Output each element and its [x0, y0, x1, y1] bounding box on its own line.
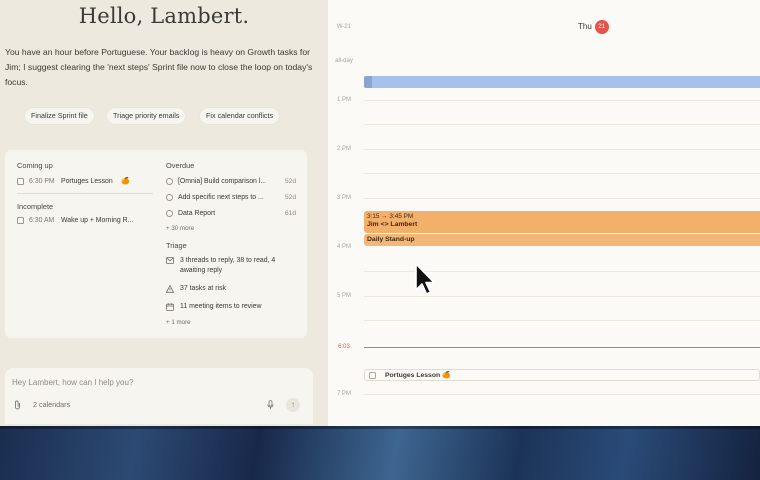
overview-card: Coming up 6:30 PM Portuges Lesson 🍊 Inco… [5, 150, 307, 338]
day-header[interactable]: Thu 21 [578, 20, 609, 34]
week-number: W-21 [336, 24, 352, 30]
incomplete-heading: Incomplete [17, 202, 54, 211]
triage-item[interactable]: 11 meeting items to review [166, 301, 301, 313]
hour-line [364, 100, 760, 101]
suggestion-chips: Finalize Sprint file Triage priority ema… [0, 108, 328, 124]
hour-label: 1 PM [336, 97, 351, 103]
overdue-more-link[interactable]: + 30 more [166, 225, 194, 232]
hour-line [364, 124, 760, 125]
mail-icon [166, 257, 174, 264]
current-time-label: 6:03 [338, 344, 350, 350]
orange-emoji-icon: 🍊 [442, 372, 451, 379]
coming-up-heading: Coming up [17, 161, 53, 170]
chat-input[interactable]: Hey Lambert, how can I help you? [12, 378, 133, 387]
overdue-heading: Overdue [166, 161, 195, 170]
hour-label: 7 PM [336, 391, 351, 397]
checkbox[interactable] [369, 372, 376, 379]
event-daily-standup[interactable]: Daily Stand-up [364, 234, 760, 246]
checkbox[interactable] [17, 178, 24, 185]
arrow-up-icon: ↑ [291, 400, 295, 409]
hour-line [364, 198, 760, 199]
event-portuges-lesson[interactable]: Portuges Lesson 🍊 [364, 369, 760, 381]
list-item[interactable]: [Omnia] Build comparison l... 52d [166, 176, 296, 188]
list-item[interactable]: Data Report 61d [166, 208, 296, 220]
list-item[interactable]: Add specific next steps to ... 52d [166, 192, 296, 204]
chip-finalize-sprint[interactable]: Finalize Sprint file [25, 108, 94, 124]
current-time-line [364, 347, 760, 348]
calendar-icon [166, 303, 174, 311]
app-window: Hello, Lambert. You have an hour before … [0, 0, 760, 426]
hour-line [364, 149, 760, 150]
hour-line [364, 394, 760, 395]
divider [17, 193, 153, 194]
chip-fix-conflicts[interactable]: Fix calendar conflicts [200, 108, 280, 124]
hour-label: 5 PM [336, 293, 351, 299]
paperclip-icon[interactable] [14, 400, 21, 410]
mouse-cursor-icon [415, 263, 435, 295]
triage-item[interactable]: 37 tasks at risk [166, 283, 301, 295]
chip-triage-emails[interactable]: Triage priority emails [107, 108, 186, 124]
triage-item[interactable]: 3 threads to reply, 38 to read, 4 awaiti… [166, 255, 301, 277]
assistant-panel: Hello, Lambert. You have an hour before … [0, 0, 328, 426]
send-button[interactable]: ↑ [286, 398, 300, 412]
microphone-icon[interactable] [267, 400, 274, 410]
greeting-title: Hello, Lambert. [78, 4, 250, 28]
triage-heading: Triage [166, 241, 187, 250]
hour-label: 2 PM [336, 146, 351, 152]
orange-emoji-icon: 🍊 [121, 178, 130, 185]
checkbox[interactable] [166, 194, 173, 201]
hour-line [364, 320, 760, 321]
calendars-selector[interactable]: 2 calendars [33, 400, 70, 409]
hour-line [364, 173, 760, 174]
hour-label: 4 PM [336, 244, 351, 250]
calendar-panel: W-21 Thu 21 all-day 1 PM 2 PM 3 PM 3:15 →… [328, 0, 760, 426]
list-item[interactable]: 6:30 PM Portuges Lesson 🍊 [17, 176, 157, 188]
hour-label: 3 PM [336, 195, 351, 201]
chat-composer: Hey Lambert, how can I help you? 2 calen… [5, 368, 313, 424]
list-item[interactable]: 6:30 AM Wake up + Morning R... [17, 215, 157, 227]
warning-icon [166, 285, 174, 293]
checkbox[interactable] [17, 217, 24, 224]
allday-event-bar[interactable] [364, 76, 760, 88]
today-date-badge: 21 [594, 20, 609, 34]
assistant-summary: You have an hour before Portuguese. Your… [5, 47, 313, 87]
checkbox[interactable] [166, 210, 173, 217]
allday-label: all-day [335, 58, 353, 64]
desktop-wallpaper [0, 426, 760, 480]
triage-more-link[interactable]: + 1 more [166, 319, 191, 326]
event-jim-lambert[interactable]: 3:15 → 3:45 PM Jim <> Lambert [364, 211, 760, 233]
checkbox[interactable] [166, 178, 173, 185]
